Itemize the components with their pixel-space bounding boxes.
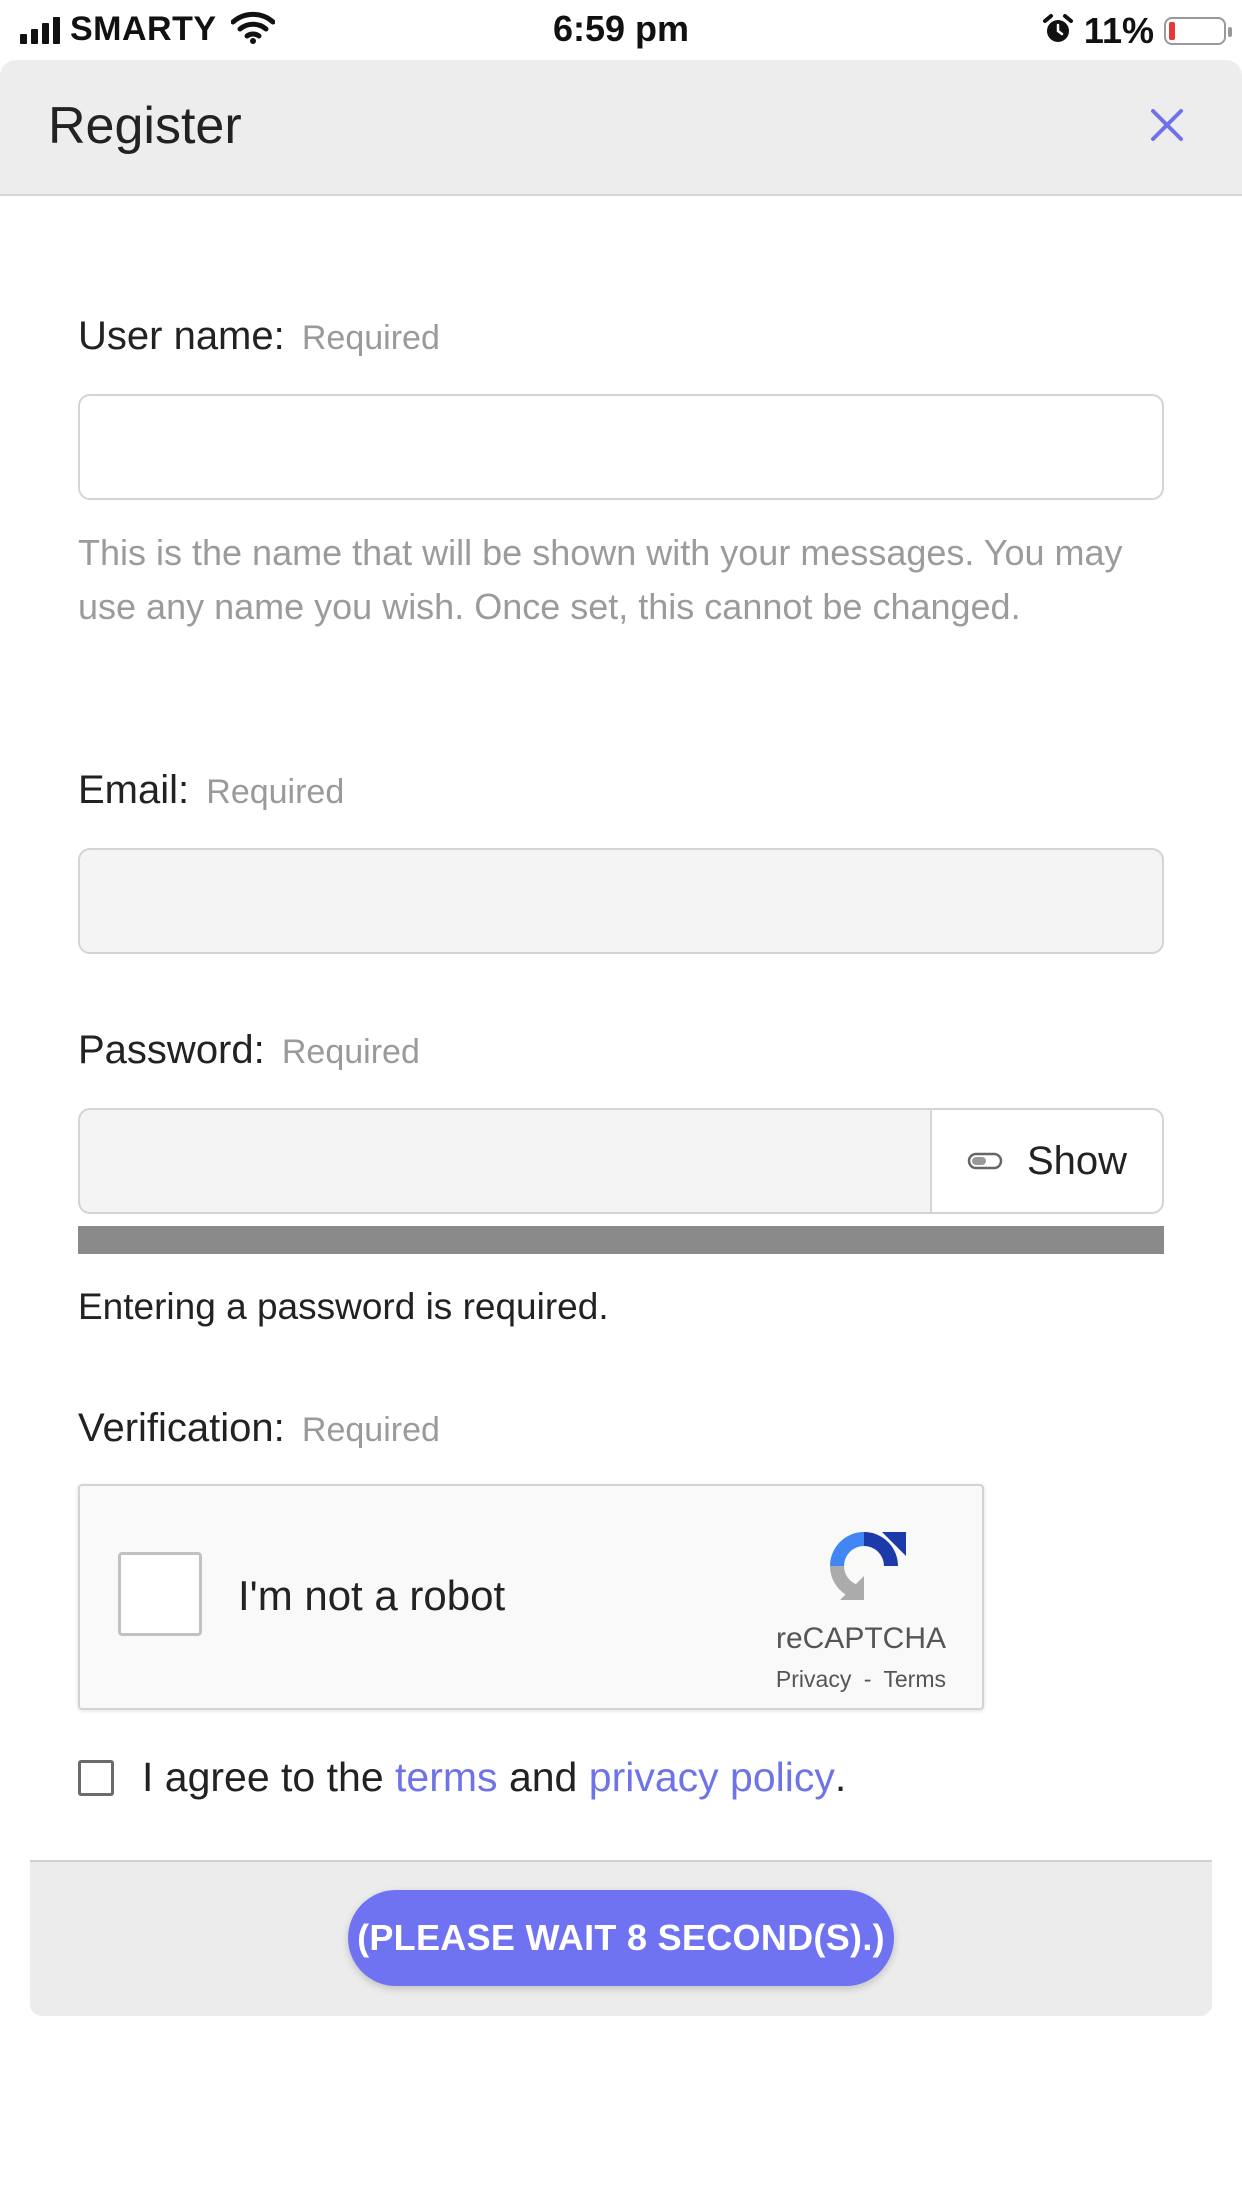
recaptcha-brand: reCAPTCHA bbox=[775, 1622, 946, 1655]
agree-row: I agree to the terms and privacy policy. bbox=[78, 1754, 846, 1801]
verification-label-row: Verification: Required bbox=[78, 1406, 440, 1451]
modal-footer: (PLEASE WAIT 8 SECOND(S).) bbox=[30, 1860, 1212, 2016]
battery-percentage: 11% bbox=[1083, 10, 1154, 51]
password-label: Password: bbox=[78, 1028, 265, 1072]
recaptcha-logo-icon bbox=[816, 1518, 912, 1619]
username-label-row: User name: Required bbox=[78, 314, 440, 359]
email-input[interactable] bbox=[78, 848, 1164, 954]
eye-toggle-icon bbox=[967, 1152, 1003, 1170]
register-modal: Register User name: Required This is the… bbox=[0, 60, 1242, 2208]
password-field: Show bbox=[78, 1108, 1164, 1214]
agree-middle: and bbox=[508, 1754, 578, 1800]
email-label: Email: bbox=[78, 768, 190, 812]
username-hint: This is the name that will be shown with… bbox=[78, 532, 1123, 627]
status-right: 11% bbox=[1042, 10, 1232, 52]
recaptcha-privacy-link[interactable]: Privacy bbox=[776, 1666, 851, 1692]
password-label-row: Password: Required bbox=[78, 1028, 420, 1073]
terms-link[interactable]: terms bbox=[395, 1754, 498, 1801]
agree-checkbox[interactable] bbox=[78, 1759, 114, 1796]
password-input[interactable] bbox=[78, 1108, 930, 1214]
captcha-checkbox[interactable] bbox=[118, 1552, 202, 1636]
recaptcha-widget: I'm not a robot reCAPTCHA Privacy - Term… bbox=[78, 1484, 984, 1710]
close-icon bbox=[1151, 109, 1183, 141]
recaptcha-separator: - bbox=[863, 1666, 872, 1692]
verification-label: Verification: bbox=[78, 1406, 285, 1450]
email-label-row: Email: Required bbox=[78, 768, 344, 813]
password-required: Required bbox=[281, 1033, 420, 1071]
username-input[interactable] bbox=[78, 394, 1164, 500]
alarm-icon bbox=[1042, 13, 1074, 50]
register-submit-button[interactable]: (PLEASE WAIT 8 SECOND(S).) bbox=[348, 1890, 894, 1986]
recaptcha-links: Privacy - Terms bbox=[776, 1666, 946, 1693]
username-required: Required bbox=[301, 319, 440, 357]
password-message: Entering a password is required. bbox=[78, 1286, 609, 1327]
close-button[interactable] bbox=[1132, 90, 1202, 160]
modal-title: Register bbox=[48, 97, 242, 155]
battery-icon bbox=[1164, 17, 1232, 45]
verification-required: Required bbox=[301, 1411, 440, 1449]
email-required: Required bbox=[206, 773, 345, 811]
recaptcha-terms-link[interactable]: Terms bbox=[883, 1666, 946, 1692]
status-bar: SMARTY 6:59 pm 11% bbox=[0, 0, 1242, 60]
username-label: User name: bbox=[78, 314, 285, 358]
agree-suffix: . bbox=[834, 1754, 847, 1800]
captcha-label: I'm not a robot bbox=[238, 1572, 506, 1619]
modal-header: Register bbox=[0, 60, 1242, 196]
agree-prefix: I agree to the bbox=[142, 1754, 384, 1800]
password-strength-bar bbox=[78, 1226, 1164, 1254]
show-password-button[interactable]: Show bbox=[930, 1108, 1164, 1214]
privacy-policy-link[interactable]: privacy policy bbox=[589, 1754, 835, 1801]
show-password-label: Show bbox=[1026, 1138, 1128, 1183]
